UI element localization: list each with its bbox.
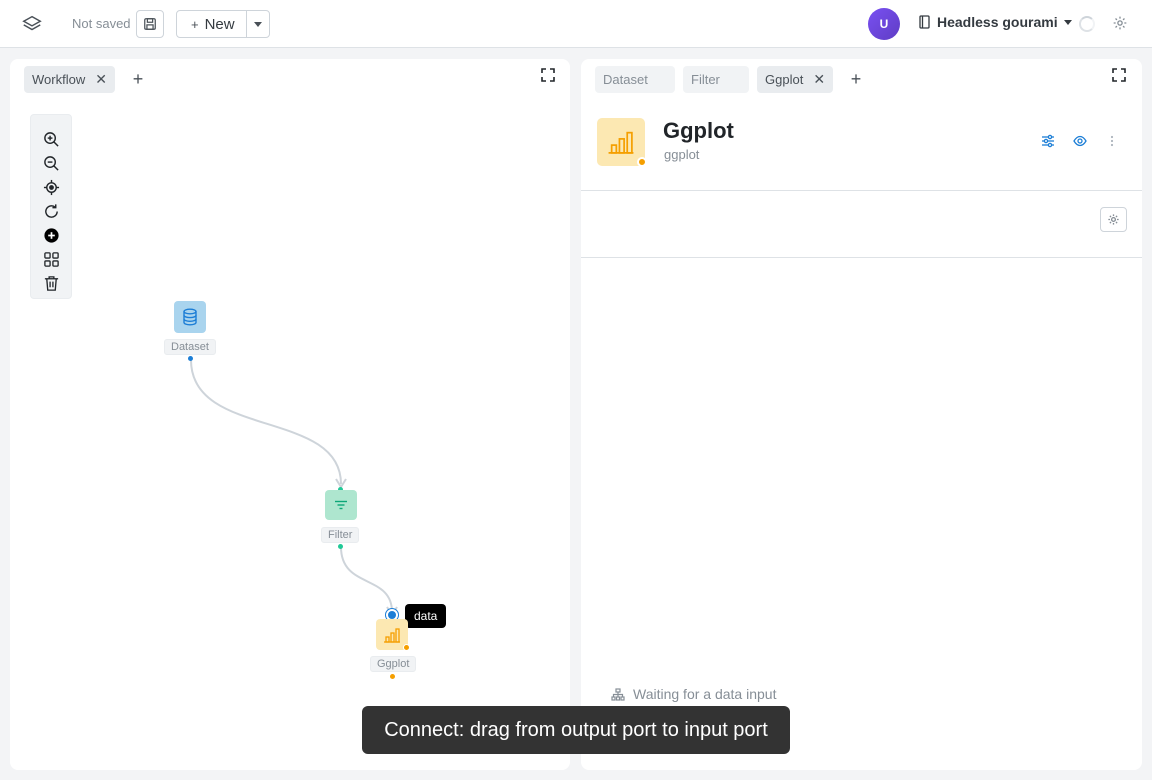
tab-label: Workflow xyxy=(32,72,86,87)
workflow-tabs: Workflow ✕ + xyxy=(24,66,149,93)
save-status: Not saved xyxy=(72,16,131,31)
tab-label: Ggplot xyxy=(765,72,804,87)
edge-arrowhead xyxy=(335,478,347,489)
add-tab-icon[interactable]: + xyxy=(845,69,867,91)
top-bar: Not saved + New U Headless gourami xyxy=(0,0,1152,48)
tab-label: Filter xyxy=(691,72,720,87)
add-tab-icon[interactable]: + xyxy=(127,69,149,91)
hierarchy-icon xyxy=(611,687,625,701)
node-title: Ggplot xyxy=(663,118,734,143)
caret-down-icon xyxy=(1063,19,1072,25)
status-dot xyxy=(637,157,647,167)
trash-icon[interactable] xyxy=(43,275,60,292)
workflow-edges xyxy=(190,359,398,617)
add-circle-icon[interactable] xyxy=(43,227,60,244)
tab-dataset[interactable]: Dataset xyxy=(595,66,675,93)
plus-icon: + xyxy=(191,16,199,32)
detail-tabs: Dataset Filter Ggplot ✕ + xyxy=(595,66,867,93)
save-button[interactable] xyxy=(136,10,164,38)
fullscreen-icon[interactable] xyxy=(1112,68,1126,82)
caret-down-icon xyxy=(253,21,262,27)
new-button[interactable]: + New xyxy=(177,11,246,37)
loading-spinner-icon xyxy=(1079,16,1095,32)
sliders-icon[interactable] xyxy=(1041,134,1055,148)
new-dropdown-button[interactable] xyxy=(245,11,269,37)
close-icon[interactable]: ✕ xyxy=(95,71,107,88)
tab-workflow[interactable]: Workflow ✕ xyxy=(24,66,115,93)
gear-icon[interactable] xyxy=(1112,15,1128,31)
close-icon[interactable]: ✕ xyxy=(813,71,825,88)
tab-filter[interactable]: Filter xyxy=(683,66,749,93)
status-dot xyxy=(403,644,410,651)
node-filter[interactable] xyxy=(325,490,357,520)
node-ggplot[interactable] xyxy=(376,619,410,651)
workflow-panel: Workflow ✕ + Dataset Filter data Ggplot xyxy=(10,59,570,770)
floppy-icon xyxy=(144,18,156,30)
new-button-group: + New xyxy=(176,10,270,38)
node-settings-button[interactable] xyxy=(1100,207,1127,232)
node-label-ggplot[interactable]: Ggplot xyxy=(370,656,417,672)
toast-notification: Connect: drag from output port to input … xyxy=(362,706,790,754)
output-port[interactable] xyxy=(338,544,343,549)
layers-icon[interactable] xyxy=(21,13,43,35)
database-icon xyxy=(183,308,197,326)
port-tooltip: data xyxy=(405,604,447,628)
new-button-label: New xyxy=(204,15,235,33)
gear-icon xyxy=(1108,214,1119,225)
project-selector[interactable]: Headless gourami xyxy=(918,14,1072,30)
grid-icon[interactable] xyxy=(43,251,60,268)
user-avatar[interactable]: U xyxy=(868,8,900,40)
node-subtitle: ggplot xyxy=(664,147,700,162)
node-label-filter[interactable]: Filter xyxy=(321,527,360,543)
divider xyxy=(581,257,1142,258)
project-name: Headless gourami xyxy=(937,14,1058,30)
edge-dataset-filter xyxy=(190,359,342,485)
output-port[interactable] xyxy=(188,356,193,361)
zoom-out-icon[interactable] xyxy=(43,155,60,172)
waiting-message: Waiting for a data input xyxy=(611,686,776,702)
node-label-dataset[interactable]: Dataset xyxy=(164,339,216,355)
bar-chart-icon xyxy=(608,131,634,154)
detail-panel: Dataset Filter Ggplot ✕ + Ggplot ggplot xyxy=(581,59,1142,770)
more-vertical-icon[interactable] xyxy=(1105,134,1119,148)
output-port[interactable] xyxy=(390,674,395,679)
edge-filter-ggplot xyxy=(340,546,393,613)
tab-label: Dataset xyxy=(603,72,648,87)
canvas-toolbar xyxy=(30,114,72,299)
eye-icon[interactable] xyxy=(1073,134,1087,148)
node-dataset[interactable] xyxy=(174,301,206,333)
divider xyxy=(581,190,1142,191)
fullscreen-icon[interactable] xyxy=(541,68,555,82)
refresh-icon[interactable] xyxy=(43,203,60,220)
waiting-text: Waiting for a data input xyxy=(633,686,777,702)
bar-chart-icon xyxy=(384,627,400,643)
locate-icon[interactable] xyxy=(43,179,60,196)
notebook-icon xyxy=(919,15,930,29)
filter-icon xyxy=(335,500,347,510)
zoom-in-icon[interactable] xyxy=(43,131,60,148)
tab-ggplot[interactable]: Ggplot ✕ xyxy=(757,66,834,93)
node-type-icon xyxy=(597,118,647,167)
